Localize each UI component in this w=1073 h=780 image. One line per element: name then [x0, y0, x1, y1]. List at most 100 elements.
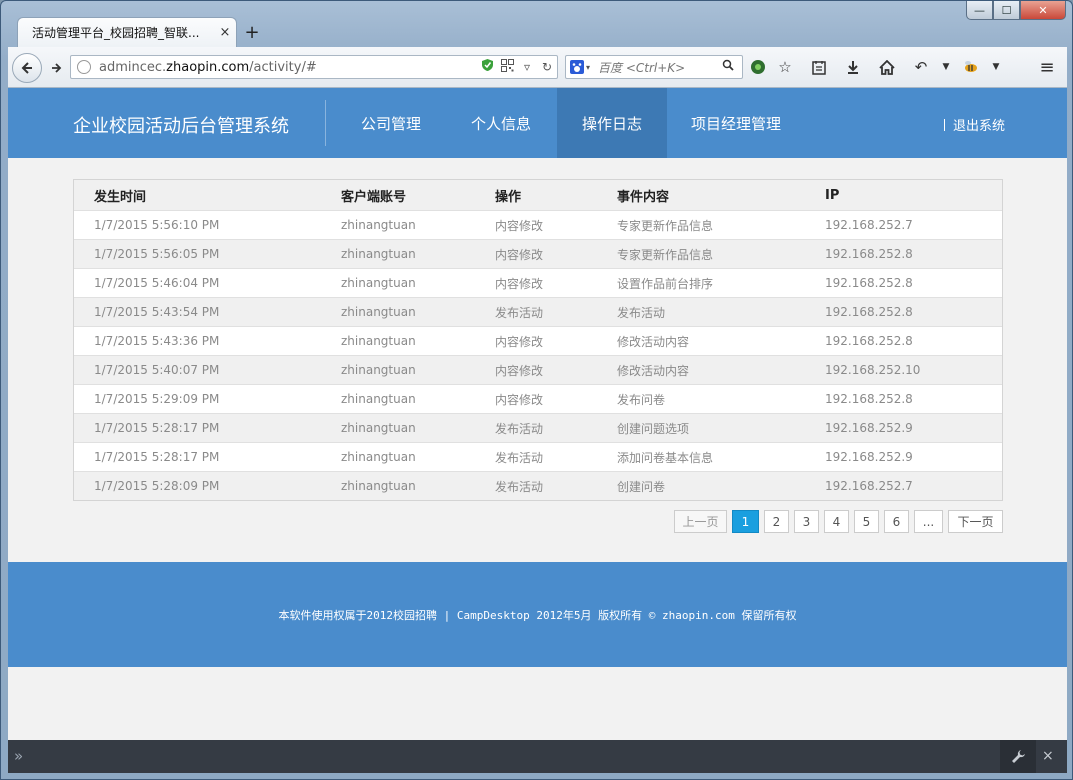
site-brand[interactable]: 企业校园活动后台管理系统	[73, 112, 289, 138]
cell-event: 专家更新作品信息	[617, 218, 714, 233]
cell-event: 设置作品前台排序	[617, 276, 714, 291]
page-button-6[interactable]: 6	[884, 510, 909, 533]
chevron-down-icon[interactable]: ▼	[988, 55, 1004, 79]
search-icon[interactable]	[722, 59, 742, 75]
addon-green-icon[interactable]	[748, 55, 768, 79]
browser-toolbar: admincec.zhaopin.com/activity/# ▿ ↻ ▾ 百度…	[8, 47, 1067, 88]
cell-account: zhinangtuan	[341, 218, 416, 232]
logout-link[interactable]: 退出系统	[944, 115, 1005, 134]
cell-event: 创建问题选项	[617, 421, 690, 436]
qr-code-icon[interactable]	[497, 59, 517, 75]
column-header-operation: 操作	[495, 189, 522, 205]
url-text[interactable]: admincec.zhaopin.com/activity/#	[99, 60, 477, 75]
next-page-button[interactable]: 下一页	[948, 510, 1003, 533]
addon-bee-icon[interactable]	[954, 55, 988, 79]
hamburger-menu-icon[interactable]: ≡	[1032, 55, 1062, 79]
cell-time: 1/7/2015 5:28:17 PM	[94, 450, 220, 464]
cell-operation: 内容修改	[495, 218, 544, 233]
page-button-1[interactable]: 1	[732, 510, 759, 533]
maximize-button[interactable]: ☐	[993, 1, 1020, 20]
search-input[interactable]: 百度 <Ctrl+K>	[594, 59, 722, 76]
table-row: 1/7/2015 5:46:04 PM zhinangtuan 内容修改 设置作品前台…	[74, 268, 1002, 297]
cell-operation: 内容修改	[495, 363, 544, 378]
close-window-button[interactable]: ✕	[1020, 1, 1066, 20]
cell-ip: 192.168.252.8	[825, 392, 913, 406]
tab-title: 活动管理平台_校园招聘_智联...	[32, 26, 200, 40]
cell-event: 添加问卷基本信息	[617, 450, 714, 465]
column-header-time: 发生时间	[94, 189, 147, 205]
cell-time: 1/7/2015 5:40:07 PM	[94, 363, 220, 377]
menu-item-company[interactable]: 公司管理	[346, 88, 436, 158]
cell-time: 1/7/2015 5:43:36 PM	[94, 334, 220, 348]
column-header-event: 事件内容	[617, 189, 670, 205]
cell-operation: 内容修改	[495, 392, 544, 407]
cell-ip: 192.168.252.7	[825, 218, 913, 232]
cell-event: 创建问卷	[617, 479, 666, 494]
page-button-4[interactable]: 4	[824, 510, 849, 533]
cell-operation: 内容修改	[495, 334, 544, 349]
prev-page-button[interactable]: 上一页	[674, 510, 727, 533]
page-button-3[interactable]: 3	[794, 510, 819, 533]
cell-operation: 发布活动	[495, 421, 544, 436]
home-icon[interactable]	[870, 55, 904, 79]
menu-item-profile[interactable]: 个人信息	[456, 88, 546, 158]
browser-tab[interactable]: 活动管理平台_校园招聘_智联... ×	[17, 17, 237, 47]
toolbar-icons: ☆ ↶ ▼ ▼ ≡	[748, 55, 1055, 79]
table-row: 1/7/2015 5:28:17 PM zhinangtuan 发布活动 添加问卷基本…	[74, 442, 1002, 471]
reading-list-icon[interactable]	[802, 55, 836, 79]
table-header-row: 发生时间 客户端账号 操作 事件内容 IP	[74, 180, 1002, 210]
log-table: 发生时间 客户端账号 操作 事件内容 IP 1/7/2015 5:56:10 P…	[73, 179, 1003, 501]
shield-icon[interactable]	[477, 58, 497, 76]
header-divider	[325, 100, 326, 146]
dropdown-arrow-icon[interactable]: ▿	[517, 60, 537, 74]
site-footer: 本软件使用权属于2012校园招聘 | CampDesktop 2012年5月 版…	[8, 562, 1067, 667]
baidu-engine-icon[interactable]: ▾	[566, 56, 594, 78]
page-ellipsis: ...	[914, 510, 943, 533]
menu-item-pm-management[interactable]: 项目经理管理	[684, 88, 788, 158]
address-bar[interactable]: admincec.zhaopin.com/activity/# ▿ ↻	[70, 55, 558, 79]
forward-arrow-icon	[52, 63, 62, 73]
cell-ip: 192.168.252.8	[825, 305, 913, 319]
cell-operation: 发布活动	[495, 450, 544, 465]
page-button-5[interactable]: 5	[854, 510, 879, 533]
cell-account: zhinangtuan	[341, 392, 416, 406]
chevron-down-icon[interactable]: ▼	[938, 55, 954, 79]
page-button-2[interactable]: 2	[764, 510, 789, 533]
cell-operation: 内容修改	[495, 247, 544, 262]
cell-event: 专家更新作品信息	[617, 247, 714, 262]
bookmark-star-icon[interactable]: ☆	[768, 55, 802, 79]
history-buttons	[12, 53, 76, 83]
table-row: 1/7/2015 5:43:36 PM zhinangtuan 内容修改 修改活动内容…	[74, 326, 1002, 355]
new-tab-button[interactable]: +	[241, 21, 263, 43]
cell-account: zhinangtuan	[341, 276, 416, 290]
forward-button[interactable]	[42, 56, 72, 80]
table-row: 1/7/2015 5:43:54 PM zhinangtuan 发布活动 发布活动 19…	[74, 297, 1002, 326]
reload-icon[interactable]: ↻	[537, 60, 557, 74]
menu-item-operation-log[interactable]: 操作日志	[557, 88, 667, 158]
console-prompt-icon[interactable]: »	[14, 747, 23, 765]
table-row: 1/7/2015 5:56:05 PM zhinangtuan 内容修改 专家更新作品…	[74, 239, 1002, 268]
cell-account: zhinangtuan	[341, 305, 416, 319]
download-icon[interactable]	[836, 55, 870, 79]
cell-time: 1/7/2015 5:56:05 PM	[94, 247, 220, 261]
url-path: /activity/#	[249, 59, 317, 75]
close-devtools-icon[interactable]: ×	[1042, 748, 1054, 764]
table-row: 1/7/2015 5:40:07 PM zhinangtuan 内容修改 修改活动内容…	[74, 355, 1002, 384]
tab-close-icon[interactable]: ×	[214, 25, 236, 40]
cell-account: zhinangtuan	[341, 479, 416, 493]
cell-event: 发布活动	[617, 305, 666, 320]
window-controls: — ☐ ✕	[966, 1, 1066, 20]
search-box[interactable]: ▾ 百度 <Ctrl+K>	[565, 55, 743, 79]
wrench-icon[interactable]	[1000, 740, 1036, 773]
cell-account: zhinangtuan	[341, 363, 416, 377]
cell-event: 发布问卷	[617, 392, 666, 407]
undo-icon[interactable]: ↶	[904, 55, 938, 79]
back-button[interactable]	[12, 53, 42, 83]
table-row: 1/7/2015 5:56:10 PM zhinangtuan 内容修改 专家更新作品…	[74, 210, 1002, 239]
cell-ip: 192.168.252.10	[825, 363, 921, 377]
cell-account: zhinangtuan	[341, 334, 416, 348]
cell-time: 1/7/2015 5:29:09 PM	[94, 392, 220, 406]
url-domain: zhaopin.com	[166, 59, 250, 75]
minimize-button[interactable]: —	[966, 1, 993, 20]
page-viewport: 企业校园活动后台管理系统 公司管理 个人信息 操作日志 项目经理管理 退出系统 …	[8, 88, 1067, 740]
